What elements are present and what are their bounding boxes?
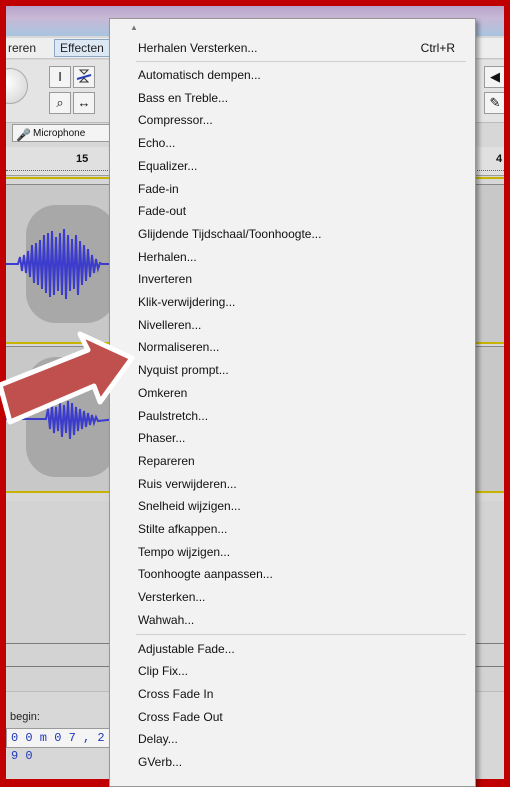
annotation-arrow-icon [0,331,135,425]
menu-item[interactable]: Snelheid wijzigen... [110,495,475,517]
menu-item[interactable]: Ruis verwijderen... [110,473,475,495]
menu-item[interactable]: Delay... [110,728,475,750]
menu-item[interactable]: Wahwah... [110,609,475,631]
ruler-label-15: 15 [76,153,89,165]
menu-item-repeat-amplify[interactable]: Herhalen Versterken... Ctrl+R [110,37,475,59]
menu-item[interactable]: Tempo wijzigen... [110,541,475,563]
draw-tool-icon[interactable]: ✎ [484,92,504,114]
menu-item[interactable]: Cross Fade In [110,683,475,705]
menu-item[interactable]: Stilte afkappen... [110,518,475,540]
menu-item-label: Herhalen Versterken... [138,41,258,55]
menu-item[interactable]: Automatisch dempen... [110,64,475,86]
microphone-selector[interactable]: 🎤 Microphone [12,124,112,142]
menu-item[interactable]: Herhalen... [110,246,475,268]
microphone-icon: 🎤 [16,128,31,142]
menu-item[interactable]: Fade-in [110,178,475,200]
selection-tool-icon[interactable]: I [49,66,71,88]
play-button[interactable] [6,68,28,104]
envelope-tool-icon[interactable] [73,66,95,88]
menu-transport-partial[interactable]: reren [8,41,36,55]
menu-item[interactable]: Versterken... [110,586,475,608]
menu-item[interactable]: Omkeren [110,382,475,404]
menu-item[interactable]: Equalizer... [110,155,475,177]
menu-item[interactable]: Nyquist prompt... [110,359,475,381]
menu-item[interactable]: Inverteren [110,268,475,290]
timeshift-tool-icon[interactable]: ↔ [73,92,95,114]
menu-item[interactable]: Clip Fix... [110,660,475,682]
menu-item[interactable]: Repareren [110,450,475,472]
menu-item[interactable]: Glijdende Tijdschaal/Toonhoogte... [110,223,475,245]
selection-begin-label: begin: [10,711,40,723]
play-at-speed-icon[interactable]: ◀ [484,66,504,88]
ruler-label-right: 4 [496,153,503,165]
menu-item[interactable]: Fade-out [110,200,475,222]
selection-begin-time[interactable]: 0 0 m 0 7 , 2 9 0 [6,728,112,763]
menu-item[interactable]: Cross Fade Out [110,706,475,728]
menu-separator [136,633,466,635]
effects-dropdown-menu: ▲ Herhalen Versterken... Ctrl+R Automatisc… [109,18,476,787]
zoom-tool-icon[interactable]: ⌕ [49,92,71,114]
menu-item-shortcut: Ctrl+R [420,41,455,55]
menu-item[interactable]: Normaliseren... [110,336,475,358]
menu-item[interactable]: Compressor... [110,109,475,131]
menu-separator [136,61,466,62]
menu-item[interactable]: Adjustable Fade... [110,638,475,660]
menu-item[interactable]: GVerb... [110,751,475,773]
menu-item[interactable]: Nivelleren... [110,314,475,336]
menu-item[interactable]: Toonhoogte aanpassen... [110,563,475,585]
menu-effects[interactable]: Effecten [54,39,110,57]
menu-item[interactable]: Bass en Treble... [110,87,475,109]
waveform-left [6,228,116,300]
menu-item[interactable]: Echo... [110,132,475,154]
menu-item[interactable]: Phaser... [110,427,475,449]
microphone-label: Microphone [33,128,86,139]
menu-item[interactable]: Paulstretch... [110,405,475,427]
scroll-up-icon[interactable]: ▲ [130,23,138,32]
menu-item[interactable]: Klik-verwijdering... [110,291,475,313]
